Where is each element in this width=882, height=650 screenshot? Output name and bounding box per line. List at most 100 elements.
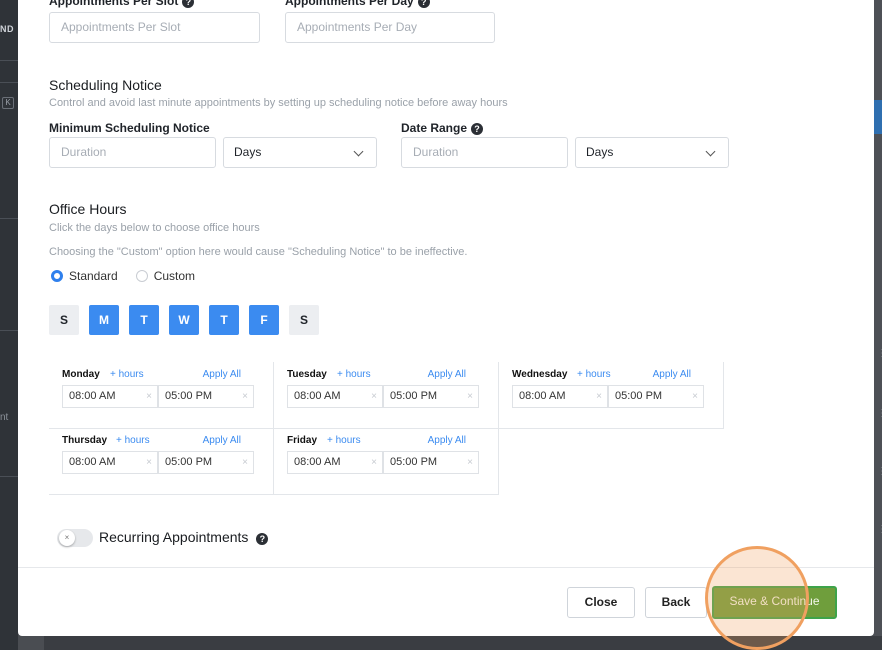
end-time-value: 05:00 PM <box>165 456 213 468</box>
footer-divider <box>18 567 874 568</box>
end-time-value: 05:00 PM <box>390 390 438 402</box>
end-time-input[interactable]: 05:00 PM × <box>158 451 254 474</box>
add-hours-link[interactable]: + hours <box>110 369 144 380</box>
day-toggle-wednesday[interactable]: W <box>169 305 199 335</box>
appointments-per-slot-label-text: Appointments Per Slot <box>49 0 179 8</box>
office-hours-title: Office Hours <box>49 201 127 217</box>
chevron-down-icon <box>705 146 716 157</box>
day-name: Friday <box>287 435 318 446</box>
office-hours-mode: Standard Custom <box>51 269 213 283</box>
apply-all-link[interactable]: Apply All <box>203 369 241 380</box>
chevron-down-icon <box>353 146 364 157</box>
apply-all-link[interactable]: Apply All <box>203 435 241 446</box>
start-time-value: 08:00 AM <box>69 390 116 402</box>
background-text: nt <box>0 412 9 423</box>
clear-icon[interactable]: × <box>242 452 248 473</box>
drag-handle-icon: ⋮ <box>877 524 882 535</box>
scheduling-notice-title: Scheduling Notice <box>49 77 162 93</box>
appointments-per-slot-input[interactable]: Appointments Per Slot <box>49 12 260 43</box>
standard-radio[interactable] <box>51 270 63 282</box>
end-time-input[interactable]: 05:00 PM × <box>158 385 254 408</box>
start-time-input[interactable]: 08:00 AM × <box>287 451 383 474</box>
start-time-value: 08:00 AM <box>69 456 116 468</box>
hours-card-tuesday: Tuesday + hours Apply All 08:00 AM × 05:0… <box>274 362 499 428</box>
day-name: Wednesday <box>512 369 568 380</box>
minimum-notice-unit-select[interactable]: Days <box>223 137 377 168</box>
recurring-appointments-label: Recurring Appointments? <box>99 529 269 545</box>
hours-card-friday: Friday + hours Apply All 08:00 AM × 05:00… <box>274 428 499 494</box>
appointments-per-day-input[interactable]: Appointments Per Day <box>285 12 495 43</box>
day-name: Thursday <box>62 435 108 446</box>
add-hours-link[interactable]: + hours <box>337 369 371 380</box>
standard-radio-label[interactable]: Standard <box>69 269 118 283</box>
apply-all-link[interactable]: Apply All <box>653 369 691 380</box>
scheduling-notice-description: Control and avoid last minute appointmen… <box>49 97 508 109</box>
apply-all-link[interactable]: Apply All <box>428 369 466 380</box>
apply-all-link[interactable]: Apply All <box>428 435 466 446</box>
toggle-off-icon: × <box>59 530 75 546</box>
start-time-input[interactable]: 08:00 AM × <box>62 385 158 408</box>
end-time-input[interactable]: 05:00 PM × <box>383 385 479 408</box>
clear-icon[interactable]: × <box>146 452 152 473</box>
back-button[interactable]: Back <box>645 587 707 618</box>
end-time-input[interactable]: 05:00 PM × <box>383 451 479 474</box>
minimum-notice-duration-input[interactable]: Duration <box>49 137 216 168</box>
start-time-input[interactable]: 08:00 AM × <box>62 451 158 474</box>
end-time-value: 05:00 PM <box>390 456 438 468</box>
clear-icon[interactable]: × <box>467 386 473 407</box>
day-toggle-saturday[interactable]: S <box>289 305 319 335</box>
help-icon[interactable]: ? <box>182 0 195 8</box>
office-hours-grid: Monday + hours Apply All 08:00 AM × 05:00… <box>49 362 724 495</box>
clear-icon[interactable]: × <box>242 386 248 407</box>
date-range-label: Date Range? <box>401 121 484 135</box>
day-name: Monday <box>62 369 100 380</box>
add-hours-link[interactable]: + hours <box>327 435 361 446</box>
start-time-input[interactable]: 08:00 AM × <box>512 385 608 408</box>
day-toggle-friday[interactable]: F <box>249 305 279 335</box>
start-time-value: 08:00 AM <box>519 390 566 402</box>
clear-icon[interactable]: × <box>596 386 602 407</box>
help-icon[interactable]: ? <box>256 533 269 545</box>
clear-icon[interactable]: × <box>692 386 698 407</box>
hours-card-wednesday: Wednesday + hours Apply All 08:00 AM × 05… <box>499 362 724 428</box>
clear-icon[interactable]: × <box>371 386 377 407</box>
day-toggle-tuesday[interactable]: T <box>129 305 159 335</box>
date-range-duration-input[interactable]: Duration <box>401 137 568 168</box>
save-and-continue-button[interactable]: Save & Continue <box>712 586 837 619</box>
hours-card-monday: Monday + hours Apply All 08:00 AM × 05:00… <box>49 362 274 428</box>
date-range-label-text: Date Range <box>401 121 468 135</box>
drag-handle-icon: ⋮ <box>877 466 882 477</box>
recurring-appointments-text: Recurring Appointments <box>99 529 249 545</box>
start-time-input[interactable]: 08:00 AM × <box>287 385 383 408</box>
minimum-scheduling-notice-label: Minimum Scheduling Notice <box>49 121 210 135</box>
help-icon[interactable]: ? <box>417 0 430 8</box>
close-button[interactable]: Close <box>567 587 635 618</box>
drag-handle-icon: ⋮ <box>877 348 882 359</box>
day-toggle-sunday[interactable]: S <box>49 305 79 335</box>
custom-radio-label[interactable]: Custom <box>154 269 195 283</box>
clear-icon[interactable]: × <box>146 386 152 407</box>
calendar-settings-modal: Appointments Per Slot? Appointments Per … <box>18 0 874 636</box>
add-hours-link[interactable]: + hours <box>577 369 611 380</box>
background-box: K <box>2 97 14 109</box>
clear-icon[interactable]: × <box>467 452 473 473</box>
recurring-appointments-toggle[interactable]: × <box>57 529 93 547</box>
help-icon[interactable]: ? <box>471 123 484 135</box>
day-toggle-thursday[interactable]: T <box>209 305 239 335</box>
date-range-unit-select[interactable]: Days <box>575 137 729 168</box>
end-time-input[interactable]: 05:00 PM × <box>608 385 704 408</box>
end-time-value: 05:00 PM <box>615 390 663 402</box>
custom-radio[interactable] <box>135 270 148 282</box>
appointments-per-slot-label: Appointments Per Slot? <box>49 0 195 8</box>
appointments-per-day-label: Appointments Per Day? <box>285 0 430 8</box>
drag-handle-icon: ⋮ <box>877 408 882 419</box>
start-time-value: 08:00 AM <box>294 456 341 468</box>
minimum-notice-unit-value: Days <box>234 145 262 159</box>
office-hours-hint: Click the days below to choose office ho… <box>49 222 260 234</box>
background-sidebar: ND K nt <box>0 0 18 650</box>
day-toggle-monday[interactable]: M <box>89 305 119 335</box>
add-hours-link[interactable]: + hours <box>116 435 150 446</box>
office-hours-custom-warning: Choosing the "Custom" option here would … <box>49 246 468 258</box>
start-time-value: 08:00 AM <box>294 390 341 402</box>
clear-icon[interactable]: × <box>371 452 377 473</box>
